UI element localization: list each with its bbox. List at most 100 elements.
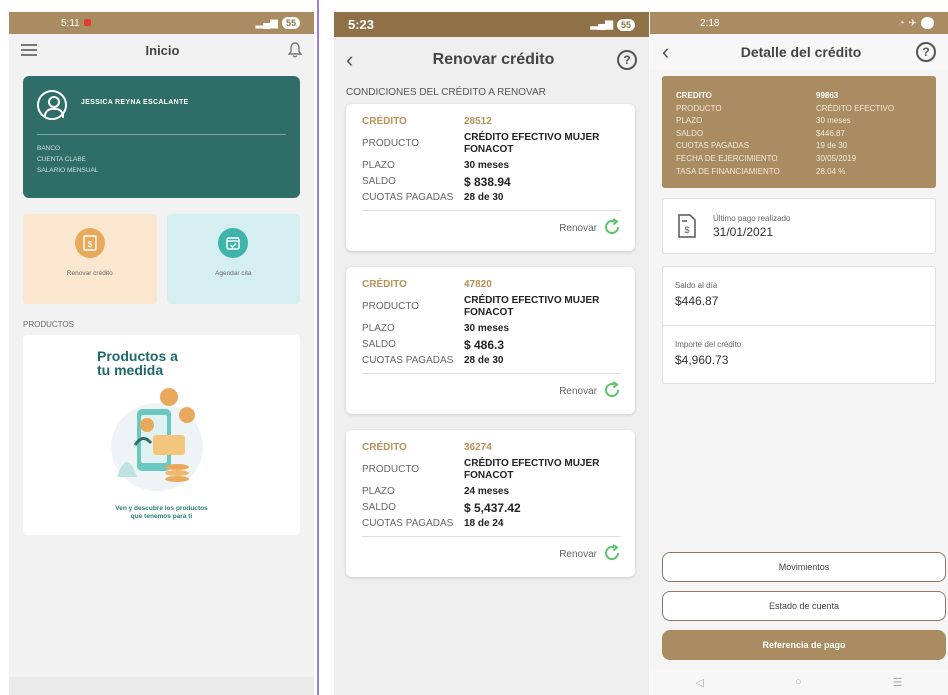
detail-row: CREDITO 99863 [676,90,922,103]
detail-value: $446.87 [816,128,845,138]
profile-divider [37,134,286,135]
bell-icon[interactable] [287,42,302,58]
help-icon[interactable]: ? [916,42,936,62]
term-value: 24 meses [464,486,510,497]
status-time: 2:18 [700,17,720,29]
credit-id-row: CRÉDITO 28512 [362,116,621,128]
amount-label: Importe del crédito [675,340,742,350]
balance-value: $ 5,437.42 [464,501,521,515]
credit-id-label: CRÉDITO [362,442,407,453]
battery-icon [920,17,934,29]
credit-id-row: CRÉDITO 36274 [362,442,621,454]
status-bar: 5:11 ▂▄▆ 55 [9,12,314,34]
airplane-icon: ✈ [908,17,917,29]
product-label: PRODUCTO [362,464,420,475]
section-label: PRODUCTOS [23,320,74,329]
balance-label: SALDO [362,339,396,350]
system-navbar: ◁ ○ ☰ [650,669,948,695]
detail-key: PLAZO [676,116,703,126]
detail-row: TASA DE FINANCIAMIENTO 28.04 % [676,166,922,179]
credit-id: 28512 [464,116,492,127]
payment-reference-button[interactable]: Referencia de pago [662,630,946,660]
renew-label: Renovar [559,385,597,397]
product-row: PRODUCTO CRÉDITO EFECTIVO MUJER FONACOT [362,295,621,319]
detail-value: 19 de 30 [816,141,848,151]
renew-label: Renovar [559,548,597,560]
status-bar: 5:23 ▂▄▆ 55 [334,12,649,37]
balance-item: Saldo al día $446.87 [663,267,935,325]
renew-button[interactable]: Renovar [362,215,621,241]
card-divider [362,210,621,211]
detail-key: PRODUCTO [676,103,722,113]
svg-text:$: $ [88,240,93,249]
paid-label: CUOTAS PAGADAS [362,518,454,529]
page-title: Inicio [145,42,180,58]
balance-row: SALDO $ 486.3 [362,339,621,351]
back-arrow-icon[interactable]: ‹ [346,47,370,73]
tile-label: Agendar cita [215,270,252,277]
renew-button[interactable]: Renovar [362,541,621,567]
paid-label: CUOTAS PAGADAS [362,192,454,203]
credit-card: CRÉDITO 36274 PRODUCTO CRÉDITO EFECTIVO MUJ… [346,430,635,577]
screenshot-collage: 5:11 ▂▄▆ 55 Inicio JESSICA REYNA ESCALANT… [0,0,948,695]
signal-icon: ▂▄▆ [590,19,613,30]
profile-card: JESSICA REYNA ESCALANTE BANCO CUENTA CLA… [23,76,300,198]
quick-actions: $ Renovar crédito Agendar cita [23,214,300,304]
schedule-appointment-tile[interactable]: Agendar cita [166,214,300,304]
nav-home-icon[interactable]: ○ [795,676,802,688]
products-promo-card[interactable]: Productos a tu medida Ven y descubre los… [23,335,300,535]
card-divider [362,536,621,537]
term-row: PLAZO 30 meses [362,160,621,172]
paid-value: 28 de 30 [464,192,504,203]
renew-icon [603,543,621,565]
term-row: PLAZO 24 meses [362,486,621,498]
detail-value: 30 meses [816,116,851,126]
help-icon[interactable]: ? [617,50,637,70]
renew-credit-tile[interactable]: $ Renovar crédito [23,214,157,304]
paid-row: CUOTAS PAGADAS 28 de 30 [362,355,621,367]
last-payment-date: 31/01/2021 [713,224,774,239]
battery-icon: 55 [616,18,635,31]
term-value: 30 meses [464,323,510,334]
calendar-icon [218,228,249,258]
renew-icon [603,217,621,239]
detail-value: CRÉDITO EFECTIVO [816,103,895,113]
balance-value: $ 486.3 [464,338,505,352]
account-statement-button[interactable]: Estado de cuenta [662,591,946,621]
back-arrow-icon[interactable]: ‹ [662,39,686,65]
amount-item: Importe del crédito $4,960.73 [663,325,935,383]
credit-detail-card: CREDITO 99863 PRODUCTO CRÉDITO EFECTIVO PLAZ… [662,76,936,189]
paid-value: 18 de 24 [464,518,504,529]
divider [317,0,319,695]
balance-row: SALDO $ 838.94 [362,176,621,188]
renew-button[interactable]: Renovar [362,378,621,404]
document-money-icon: $ [74,228,105,258]
detail-value: 30/05/2019 [816,153,857,163]
product-value: CRÉDITO EFECTIVO MUJER FONACOT [464,458,600,481]
product-value: CRÉDITO EFECTIVO MUJER FONACOT [464,295,600,318]
detail-key: CUOTAS PAGADAS [676,141,750,151]
nav-back-icon[interactable]: ◁ [696,676,704,689]
conditions-label: CONDICIONES DEL CRÉDITO A RENOVAR [346,87,546,98]
credit-list: CRÉDITO 28512 PRODUCTO CRÉDITO EFECTIVO MUJ… [334,104,649,577]
profile-field: SALARIO MENSUAL [37,167,99,174]
credit-id-row: CRÉDITO 47820 [362,279,621,291]
term-row: PLAZO 30 meses [362,323,621,335]
wifi-icon: ◔ [898,17,905,29]
avatar [37,90,67,120]
movements-button[interactable]: Movimientos [662,552,946,582]
paid-label: CUOTAS PAGADAS [362,355,454,366]
nav-recents-icon[interactable]: ☰ [893,676,903,689]
product-value: CRÉDITO EFECTIVO MUJER FONACOT [464,132,600,155]
credit-id-label: CRÉDITO [362,116,407,127]
term-value: 30 meses [464,160,510,171]
detail-row: CUOTAS PAGADAS 19 de 30 [676,140,922,153]
menu-icon[interactable] [21,41,37,59]
balance-label: SALDO [362,502,396,513]
detail-value: 28.04 % [816,166,846,176]
renew-appbar: ‹ Renovar crédito ? [334,37,649,83]
profile-field: BANCO [37,145,61,152]
promo-subtitle: Ven y descubre los productos que tenemos… [115,505,208,520]
detail-value: 99863 [816,91,839,100]
balance-label: Saldo al día [675,281,718,291]
